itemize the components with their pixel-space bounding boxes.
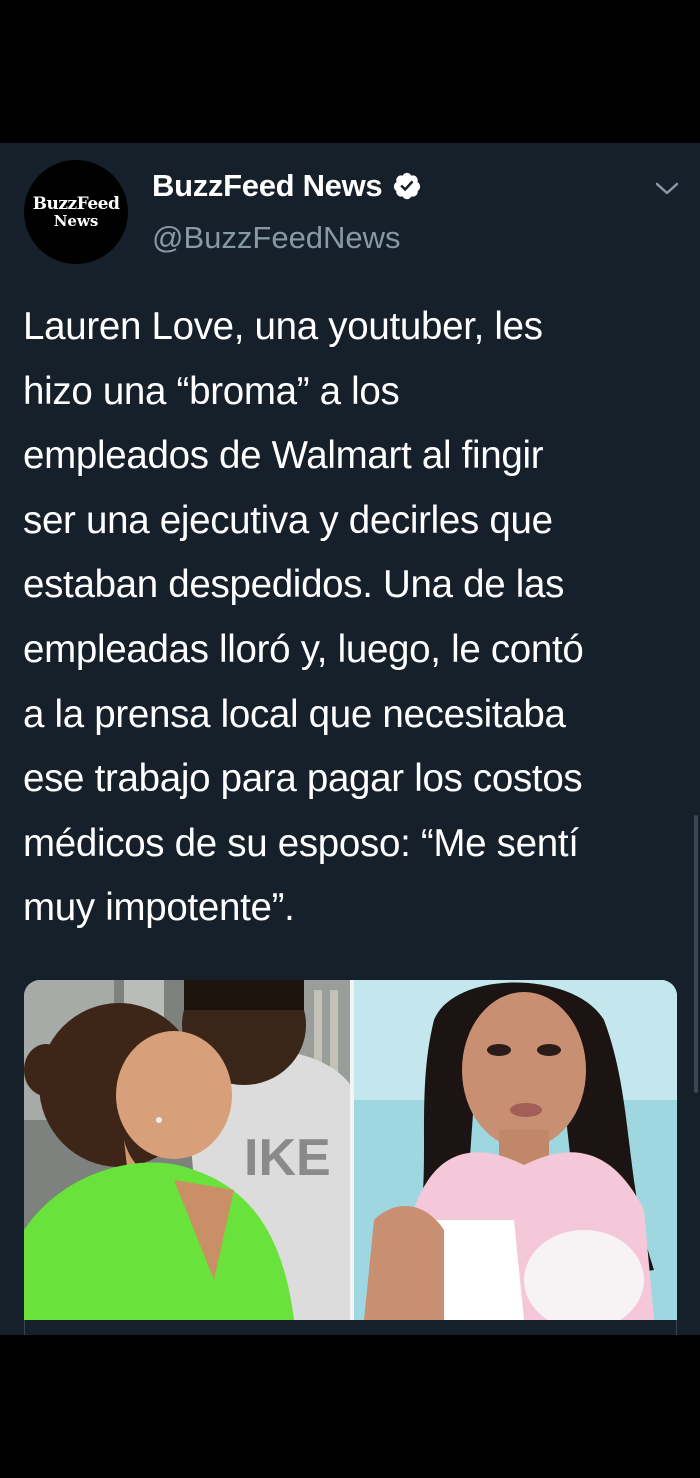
avatar-logo-text: BuzzFeed <box>32 193 120 214</box>
tweet-text: Lauren Love, una youtuber, les hizo una … <box>23 305 584 930</box>
tweet-media[interactable]: IKE <box>24 980 677 1320</box>
avatar-logo-subtext: News <box>53 211 99 230</box>
media-image-left[interactable]: IKE <box>24 980 350 1320</box>
woman-photo-illustration <box>354 980 677 1320</box>
author-name-row[interactable]: BuzzFeed News <box>152 168 422 204</box>
shirt-text: IKE <box>244 1129 331 1187</box>
couple-photo-illustration: IKE <box>24 980 350 1320</box>
media-image-right[interactable] <box>354 980 677 1320</box>
handle[interactable]: @BuzzFeedNews <box>152 220 401 256</box>
avatar[interactable]: BuzzFeed News <box>24 160 128 264</box>
display-name[interactable]: BuzzFeed News <box>152 168 383 204</box>
media-card-footer <box>24 1320 677 1335</box>
verified-badge-icon <box>394 172 421 200</box>
chevron-down-icon[interactable] <box>654 180 680 198</box>
navigation-bar-area <box>0 1335 700 1478</box>
scrollbar[interactable] <box>694 815 698 1093</box>
status-bar-area <box>0 0 700 143</box>
